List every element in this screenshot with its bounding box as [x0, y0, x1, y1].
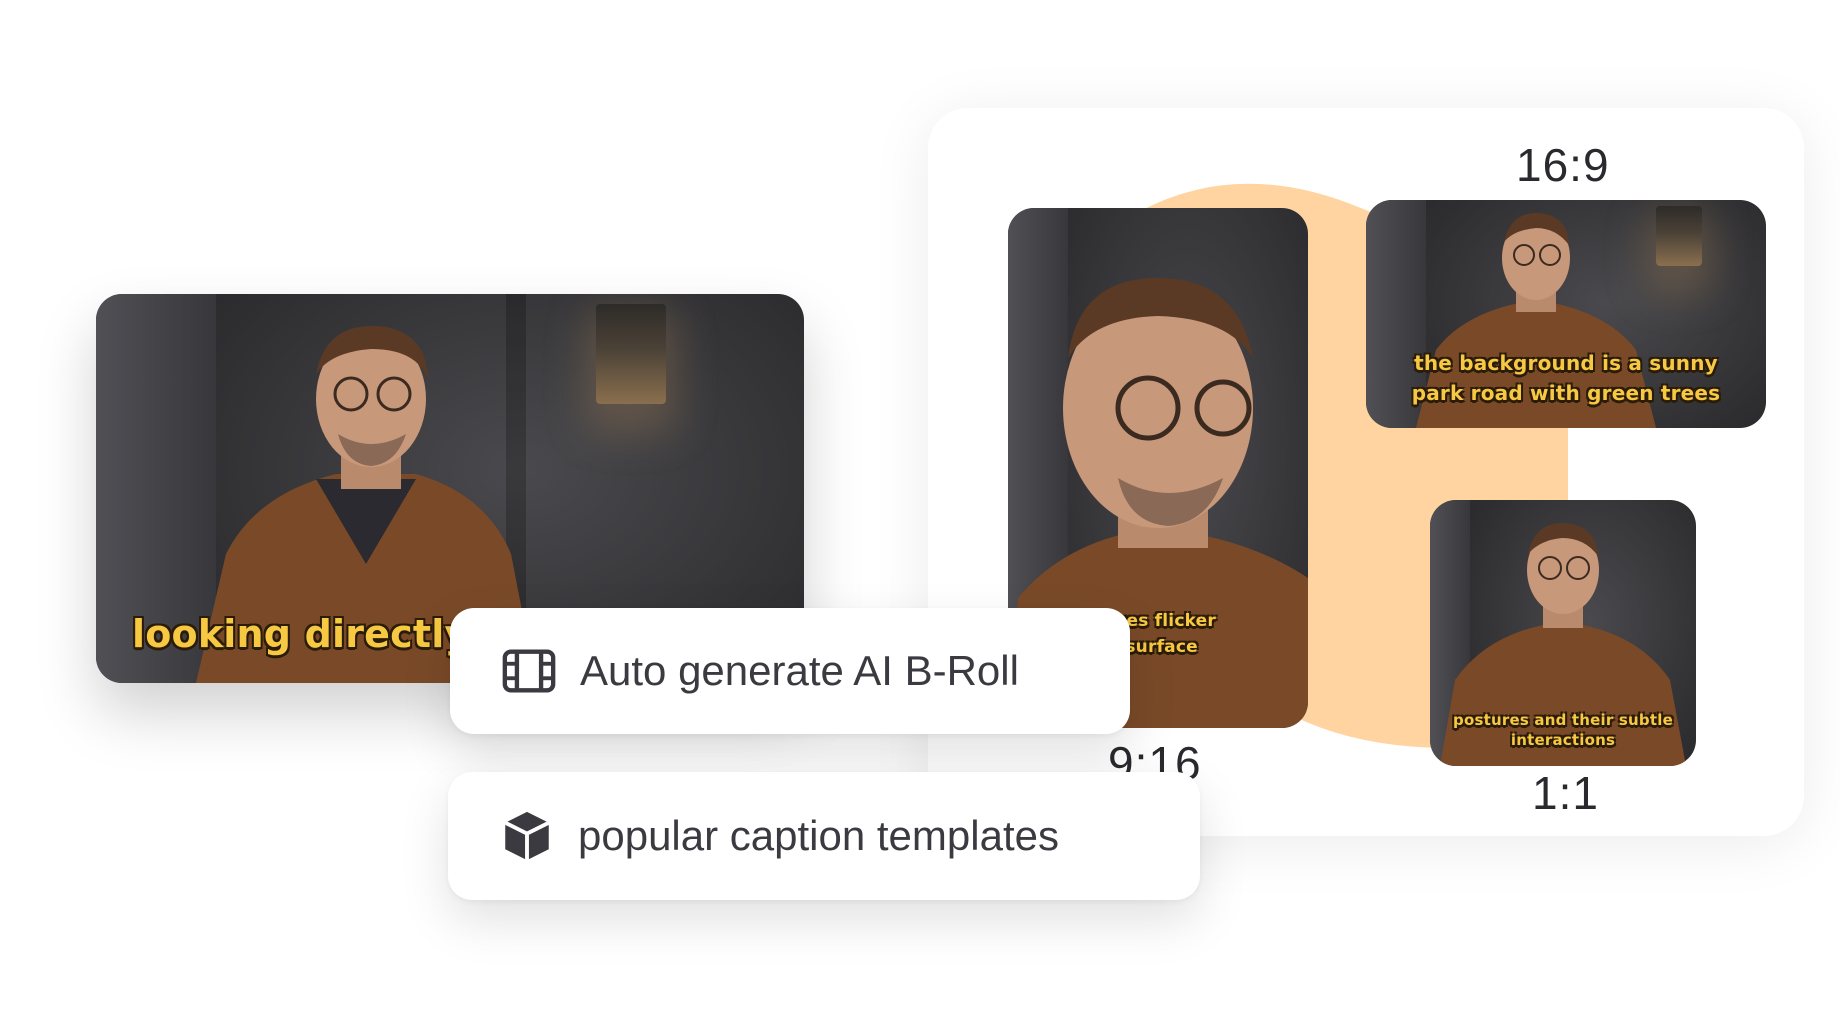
wall-lamp — [596, 304, 666, 404]
video-preview-1-1[interactable]: postures and their subtle interactions — [1430, 500, 1696, 766]
ratio-label-16-9: 16:9 — [1516, 139, 1610, 191]
caption-templates-label: popular caption templates — [578, 812, 1059, 859]
caption-templates-feature-pill[interactable]: popular caption templates — [448, 772, 1200, 900]
video-caption: looking directly — [132, 612, 470, 656]
auto-broll-label: Auto generate AI B-Roll — [580, 647, 1019, 694]
video-preview-16-9[interactable]: the background is a sunny park road with… — [1366, 200, 1766, 428]
video-caption: postures and their subtle interactions — [1453, 711, 1673, 749]
film-strip-icon — [502, 649, 556, 693]
video-caption: the background is a sunny park road with… — [1411, 351, 1721, 405]
ratio-label-1-1: 1:1 — [1532, 767, 1599, 819]
auto-broll-feature-pill[interactable]: Auto generate AI B-Roll — [450, 608, 1130, 734]
cube-icon — [504, 811, 550, 861]
